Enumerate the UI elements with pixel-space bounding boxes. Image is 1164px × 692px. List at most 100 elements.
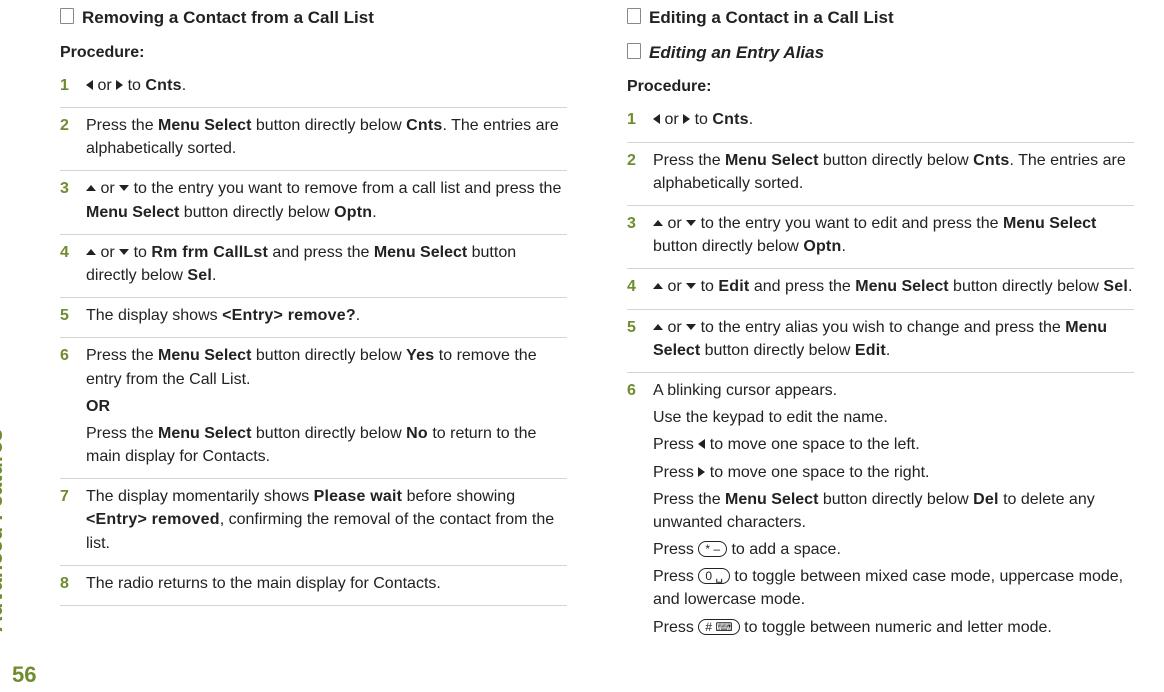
right-arrow-icon (116, 80, 123, 90)
topic-marker-icon (627, 8, 641, 24)
text: Press the (653, 152, 725, 169)
display-entry-remove: <Entry> remove? (222, 307, 356, 324)
text: to the entry you want to remove from a c… (129, 180, 561, 197)
step-3: 3 or to the entry you want to edit and p… (627, 205, 1134, 268)
display-no: No (406, 425, 428, 442)
text: Press (653, 619, 698, 636)
display-optn: Optn (803, 238, 841, 255)
step-number: 1 (60, 74, 74, 101)
period: . (749, 111, 753, 128)
down-arrow-icon (686, 283, 696, 289)
step-7: 7 The display momentarily shows Please w… (60, 478, 567, 565)
step-number: 7 (60, 485, 74, 559)
step-5: 5 The display shows <Entry> remove?. (60, 297, 567, 337)
text: to the entry you want to edit and press … (696, 215, 1003, 232)
topic-marker-icon (60, 8, 74, 24)
step-body: or to Rm frm CallLst and press the Menu … (86, 241, 567, 291)
up-arrow-icon (653, 324, 663, 330)
step-4: 4 or to Rm frm CallLst and press the Men… (60, 234, 567, 297)
text: Press the (86, 347, 158, 364)
step-body: or to the entry alias you wish to change… (653, 316, 1134, 366)
text: Press (653, 568, 698, 585)
display-edit: Edit (718, 278, 749, 295)
right-column: Editing a Contact in a Call List Editing… (627, 0, 1134, 692)
left-arrow-icon (86, 80, 93, 90)
step-number: 6 (627, 379, 641, 643)
step-8: 8 The radio returns to the main display … (60, 565, 567, 606)
step-body: or to Edit and press the Menu Select but… (653, 275, 1134, 302)
side-rail: Advanced Features 56 (8, 0, 48, 692)
menu-select: Menu Select (158, 347, 251, 364)
step-body: or to the entry you want to edit and pre… (653, 212, 1134, 262)
display-yes: Yes (406, 347, 434, 364)
display-edit: Edit (855, 342, 886, 359)
left-arrow-icon (653, 114, 660, 124)
text-or: or (667, 319, 681, 336)
text: and press the (268, 244, 374, 261)
left-column: Removing a Contact from a Call List Proc… (60, 0, 567, 692)
display-cnts: Cnts (973, 152, 1009, 169)
step-body: or to Cnts. (653, 108, 1134, 135)
text: . (356, 307, 360, 324)
text: . (841, 238, 845, 255)
text: to move one space to the right. (705, 464, 929, 481)
text: . (212, 267, 216, 284)
step-number: 8 (60, 572, 74, 599)
text: Press the (86, 425, 158, 442)
display-sel: Sel (187, 267, 212, 284)
step-number: 6 (60, 344, 74, 472)
text-to: to (128, 77, 141, 94)
text: button directly below (179, 204, 334, 221)
down-arrow-icon (119, 185, 129, 191)
step-6: 6 A blinking cursor appears. Use the key… (627, 372, 1134, 649)
key-hash-icon: # ⌨ (698, 619, 739, 635)
step-body: Press the Menu Select button directly be… (86, 114, 567, 164)
page-number: 56 (12, 662, 36, 688)
step-2: 2 Press the Menu Select button directly … (60, 107, 567, 170)
topic-marker-icon (627, 43, 641, 59)
step-body: Press the Menu Select button directly be… (653, 149, 1134, 199)
text: The display momentarily shows (86, 488, 314, 505)
right-heading: Editing a Contact in a Call List (627, 6, 1134, 31)
text: The radio returns to the main display fo… (86, 572, 567, 595)
text: . (372, 204, 376, 221)
menu-select: Menu Select (86, 204, 179, 221)
text: Press the (653, 491, 725, 508)
right-subheading: Editing an Entry Alias (627, 41, 1134, 66)
display-please-wait: Please wait (314, 488, 402, 505)
step-number: 3 (60, 177, 74, 227)
step-number: 2 (627, 149, 641, 199)
columns: Removing a Contact from a Call List Proc… (60, 0, 1134, 692)
text: to (129, 244, 151, 261)
text: Press (653, 464, 698, 481)
text-or: or (100, 180, 114, 197)
step-number: 4 (627, 275, 641, 302)
text: before showing (402, 488, 515, 505)
text: . (886, 342, 890, 359)
text: button directly below (251, 117, 406, 134)
menu-select: Menu Select (374, 244, 467, 261)
text: to add a space. (727, 541, 841, 558)
period: . (182, 77, 186, 94)
step-3: 3 or to the entry you want to remove fro… (60, 170, 567, 233)
text-or: or (664, 111, 678, 128)
text: Use the keypad to edit the name. (653, 406, 1134, 429)
step-body: or to Cnts. (86, 74, 567, 101)
step-body: The display shows <Entry> remove?. (86, 304, 567, 331)
text: . (1128, 278, 1132, 295)
menu-select: Menu Select (1003, 215, 1096, 232)
text: Press the (86, 117, 158, 134)
text-or: or (97, 77, 111, 94)
step-4: 4 or to Edit and press the Menu Select b… (627, 268, 1134, 308)
text: button directly below (251, 347, 406, 364)
text: button directly below (700, 342, 855, 359)
text: to the entry alias you wish to change an… (696, 319, 1065, 336)
text: to (696, 278, 718, 295)
display-cnts: Cnts (712, 111, 748, 128)
text: to toggle between numeric and letter mod… (740, 619, 1052, 636)
step-number: 5 (627, 316, 641, 366)
side-label: Advanced Features (0, 429, 8, 632)
step-body: or to the entry you want to remove from … (86, 177, 567, 227)
text: button directly below (251, 425, 406, 442)
key-star-icon: * – (698, 541, 727, 557)
